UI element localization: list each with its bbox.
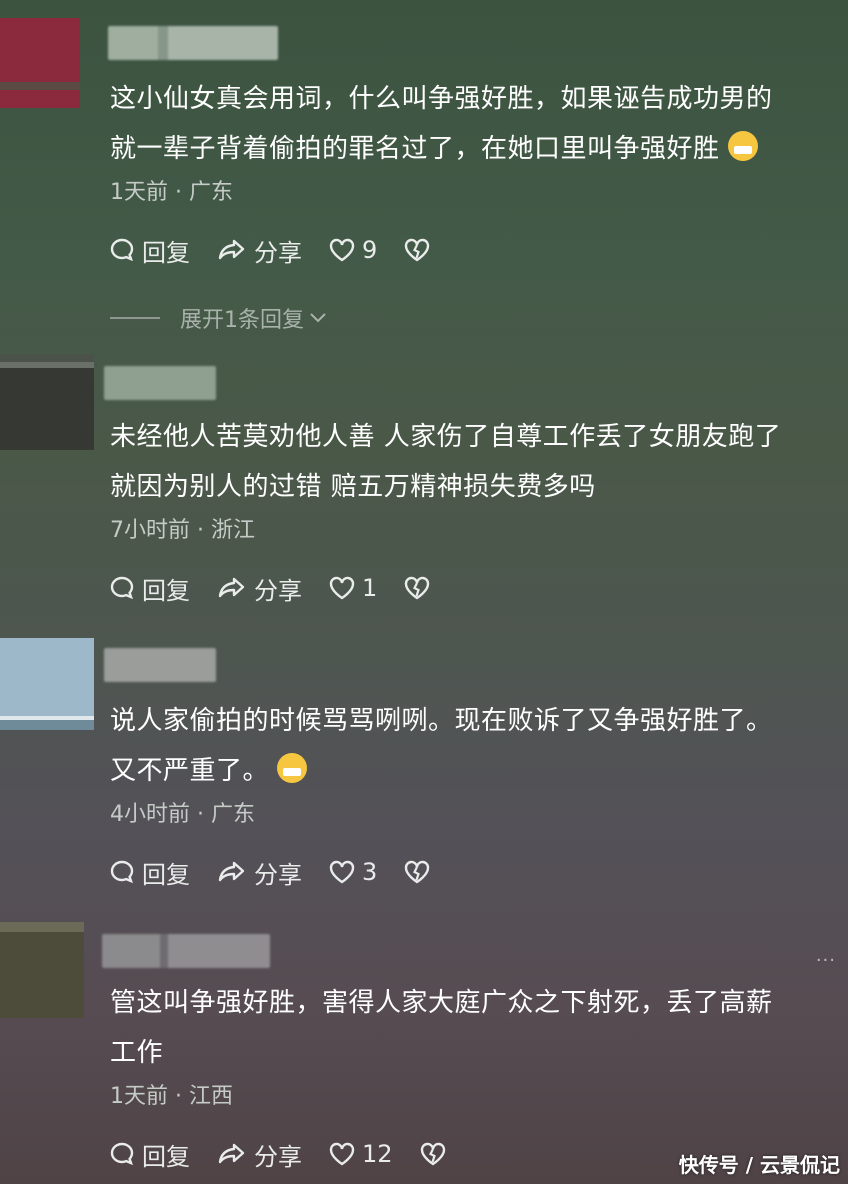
broken-heart-icon xyxy=(405,860,430,884)
comment-location: 广东 xyxy=(211,802,256,827)
comment-location: 江西 xyxy=(189,1084,234,1109)
comment-meta: 1天前 · 广东 xyxy=(110,174,233,206)
dislike-button[interactable] xyxy=(403,236,437,264)
comment-actions: 回复 分享 3 xyxy=(108,854,463,890)
dislike-button[interactable] xyxy=(403,574,437,602)
chevron-down-icon xyxy=(310,313,326,323)
broken-heart-icon xyxy=(405,238,430,262)
heart-icon xyxy=(329,238,355,262)
like-button[interactable]: 12 xyxy=(328,1140,393,1168)
reply-button[interactable]: 回复 xyxy=(108,855,190,890)
share-label: 分享 xyxy=(254,238,302,267)
comment-location: 广东 xyxy=(189,180,234,205)
share-label: 分享 xyxy=(254,1142,302,1171)
grimacing-sweat-emoji xyxy=(727,131,758,161)
comment-meta: 1天前 · 江西 xyxy=(110,1078,233,1110)
heart-icon xyxy=(329,576,355,600)
username-blurred[interactable] xyxy=(108,26,278,60)
expand-replies-button[interactable]: 展开1条回复 xyxy=(110,302,328,334)
watermark: 快传号 / 云景侃记 xyxy=(678,1153,840,1177)
laughing-tears-emoji xyxy=(277,753,308,783)
comment-location: 浙江 xyxy=(211,518,256,543)
reply-button[interactable]: 回复 xyxy=(108,1137,190,1172)
like-count: 3 xyxy=(362,858,378,886)
like-count: 9 xyxy=(362,236,378,264)
like-button[interactable]: 3 xyxy=(328,858,377,886)
meta-dot: · xyxy=(197,802,204,827)
share-button[interactable]: 分享 xyxy=(216,855,302,890)
comment-text: 管这叫争强好胜，害得人家大庭广众之下射死，丢了高薪 工作 xyxy=(110,978,820,1078)
avatar[interactable] xyxy=(0,354,94,450)
reply-button[interactable]: 回复 xyxy=(108,233,190,268)
comment-text: 未经他人苦莫劝他人善 人家伤了自尊工作丢了女朋友跑了 就因为别人的过错 赔五万精… xyxy=(110,412,820,512)
more-options-button[interactable]: ··· xyxy=(816,950,836,971)
share-label: 分享 xyxy=(254,576,302,605)
reply-label: 回复 xyxy=(142,1142,190,1171)
comment-text-line: 又不严重了。 xyxy=(110,746,820,796)
comment-meta: 7小时前 · 浙江 xyxy=(110,512,255,544)
avatar[interactable] xyxy=(0,922,84,1018)
comment-actions: 回复 分享 9 xyxy=(108,232,463,268)
reply-label: 回复 xyxy=(142,860,190,889)
comment-bubble-icon xyxy=(110,238,134,262)
comment-bubble-icon xyxy=(110,1142,134,1166)
broken-heart-icon xyxy=(420,1142,445,1166)
like-button[interactable]: 1 xyxy=(328,574,377,602)
reply-label: 回复 xyxy=(142,576,190,605)
username-blurred[interactable] xyxy=(102,934,270,968)
comment-text-line: 就一辈子背着偷拍的罪名过了，在她口里叫争强好胜 xyxy=(110,124,820,174)
like-button[interactable]: 9 xyxy=(328,236,377,264)
like-count: 12 xyxy=(362,1140,393,1168)
meta-dot: · xyxy=(175,180,182,205)
comment-text: 这小仙女真会用词，什么叫争强好胜，如果诬告成功男的 就一辈子背着偷拍的罪名过了，… xyxy=(110,74,820,174)
comment-text-line: 说人家偷拍的时候骂骂咧咧。现在败诉了又争强好胜了。 xyxy=(110,706,773,736)
comment-meta: 4小时前 · 广东 xyxy=(110,796,255,828)
share-button[interactable]: 分享 xyxy=(216,571,302,606)
expand-replies-label: 展开1条回复 xyxy=(180,308,304,333)
comment-text-line: 管这叫争强好胜，害得人家大庭广众之下射死，丢了高薪 xyxy=(110,988,773,1018)
avatar[interactable] xyxy=(0,638,94,730)
heart-icon xyxy=(329,1142,355,1166)
meta-dot: · xyxy=(175,1084,182,1109)
comment-text: 说人家偷拍的时候骂骂咧咧。现在败诉了又争强好胜了。 又不严重了。 xyxy=(110,696,820,796)
comment-time: 4小时前 xyxy=(110,802,190,827)
share-button[interactable]: 分享 xyxy=(216,233,302,268)
reply-label: 回复 xyxy=(142,238,190,267)
username-blurred[interactable] xyxy=(104,366,216,400)
comment-text-line: 未经他人苦莫劝他人善 人家伤了自尊工作丢了女朋友跑了 xyxy=(110,422,782,452)
share-arrow-icon xyxy=(218,239,245,260)
comment-time: 7小时前 xyxy=(110,518,190,543)
share-arrow-icon xyxy=(218,861,245,882)
share-arrow-icon xyxy=(218,1143,245,1164)
reply-button[interactable]: 回复 xyxy=(108,571,190,606)
divider-line xyxy=(110,317,160,319)
share-label: 分享 xyxy=(254,860,302,889)
comment-bubble-icon xyxy=(110,576,134,600)
username-blurred[interactable] xyxy=(104,648,216,682)
comment-bubble-icon xyxy=(110,860,134,884)
dislike-button[interactable] xyxy=(419,1140,453,1168)
meta-dot: · xyxy=(197,518,204,543)
avatar[interactable] xyxy=(0,18,80,108)
comment-time: 1天前 xyxy=(110,180,168,205)
like-count: 1 xyxy=(362,574,378,602)
dislike-button[interactable] xyxy=(403,858,437,886)
comment-text-line: 这小仙女真会用词，什么叫争强好胜，如果诬告成功男的 xyxy=(110,84,773,114)
comment-actions: 回复 分享 12 xyxy=(108,1136,479,1172)
share-button[interactable]: 分享 xyxy=(216,1137,302,1172)
broken-heart-icon xyxy=(405,576,430,600)
heart-icon xyxy=(329,860,355,884)
comment-text-line: 就因为别人的过错 赔五万精神损失费多吗 xyxy=(110,472,596,502)
comment-actions: 回复 分享 1 xyxy=(108,570,463,606)
comment-time: 1天前 xyxy=(110,1084,168,1109)
comment-text-line: 工作 xyxy=(110,1038,164,1068)
share-arrow-icon xyxy=(218,577,245,598)
